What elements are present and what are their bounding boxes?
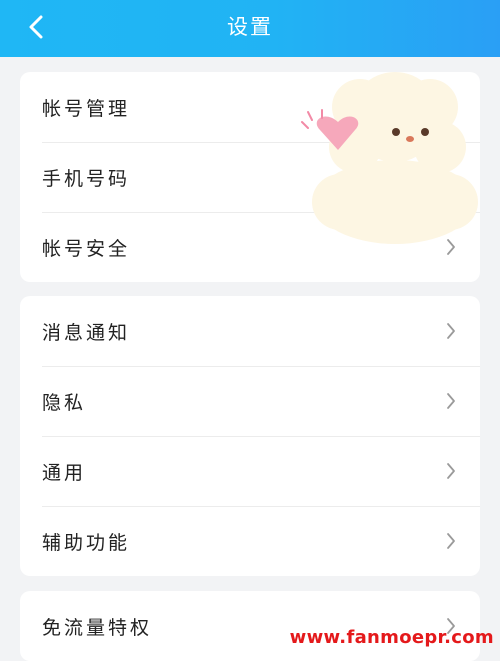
settings-item-free-data[interactable]: 免流量特权 <box>20 591 480 661</box>
settings-item-label: 消息通知 <box>42 321 131 344</box>
settings-item-label: 辅助功能 <box>42 531 131 554</box>
settings-item-privacy[interactable]: 隐私 <box>20 366 480 436</box>
settings-item-accessibility[interactable]: 辅助功能 <box>20 506 480 576</box>
settings-group-general: 消息通知 隐私 通用 辅助功能 <box>20 296 480 576</box>
settings-item-label: 免流量特权 <box>42 616 153 639</box>
header-bar: 设置 <box>0 0 500 57</box>
settings-item-notifications[interactable]: 消息通知 <box>20 296 480 366</box>
settings-group-data: 免流量特权 <box>20 591 480 661</box>
settings-item-general[interactable]: 通用 <box>20 436 480 506</box>
settings-item-label: 帐号安全 <box>42 237 131 260</box>
settings-item-label: 手机号码 <box>42 167 131 190</box>
chevron-right-icon <box>447 463 455 479</box>
settings-item-account-security[interactable]: 帐号安全 <box>20 212 480 282</box>
settings-item-account-management[interactable]: 帐号管理 <box>20 72 480 142</box>
settings-item-phone-number[interactable]: 手机号码 <box>20 142 480 212</box>
settings-item-label: 帐号管理 <box>42 97 131 120</box>
settings-item-label: 隐私 <box>42 391 87 414</box>
chevron-right-icon <box>447 533 455 549</box>
watermark-text: www.fanmoepr.com <box>289 627 494 648</box>
page-title: 设置 <box>227 15 273 39</box>
chevron-right-icon <box>447 323 455 339</box>
settings-item-label: 通用 <box>42 461 87 484</box>
settings-group-account: 帐号管理 手机号码 帐号安全 <box>20 72 480 282</box>
chevron-right-icon <box>447 239 455 255</box>
chevron-right-icon <box>447 393 455 409</box>
